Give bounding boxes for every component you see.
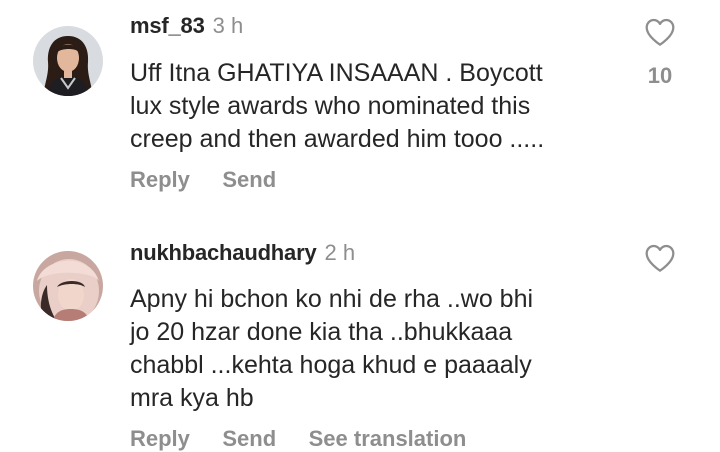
like-button[interactable]: 10 (642, 17, 678, 89)
username[interactable]: msf_83 (130, 13, 205, 38)
send-button[interactable]: Send (222, 426, 276, 451)
comment-item: nukhbachaudhary 2 h Apny hi bchon ko nhi … (0, 226, 720, 452)
send-button[interactable]: Send (222, 167, 276, 192)
like-count: 10 (647, 63, 673, 88)
comment-actions: Reply Send See translation (130, 426, 494, 452)
reply-button[interactable]: Reply (130, 167, 190, 192)
heart-outline-icon (645, 244, 675, 272)
comment-header: nukhbachaudhary 2 h (130, 240, 355, 266)
comment-text-line: creep and then awarded him tooo ..... (130, 125, 545, 153)
comment-text-line: jo 20 hzar done kia tha ..bhukkaaa (130, 318, 513, 346)
comment-actions: Reply Send (130, 167, 304, 193)
comment-item: msf_83 3 h Uff Itna GHATIYA INSAAAN . Boy… (0, 0, 720, 226)
comment-text: Apny hi bchon ko nhi de rha ..wo bhi jo … (130, 283, 610, 415)
avatar[interactable] (33, 251, 103, 321)
timestamp: 2 h (324, 240, 356, 265)
comment-text-line: Apny hi bchon ko nhi de rha ..wo bhi (130, 285, 534, 313)
heart-outline-icon (645, 18, 675, 46)
like-button[interactable] (642, 243, 678, 273)
avatar-image (33, 251, 103, 321)
timestamp: 3 h (212, 13, 244, 38)
see-translation-button[interactable]: See translation (309, 426, 467, 451)
reply-button[interactable]: Reply (130, 426, 190, 451)
comment-text-line: lux style awards who nominated this (130, 92, 531, 120)
comment-text-line: Uff Itna GHATIYA INSAAAN . Boycott (130, 59, 543, 87)
username[interactable]: nukhbachaudhary (130, 240, 317, 265)
comment-text-line: mra kya hb (130, 384, 254, 412)
avatar[interactable] (33, 26, 103, 96)
comment-text-line: chabbl ...kehta hoga khud e paaaaly (130, 351, 532, 379)
comment-text: Uff Itna GHATIYA INSAAAN . Boycott lux s… (130, 57, 610, 156)
avatar-image (33, 26, 103, 96)
comment-header: msf_83 3 h (130, 13, 243, 39)
